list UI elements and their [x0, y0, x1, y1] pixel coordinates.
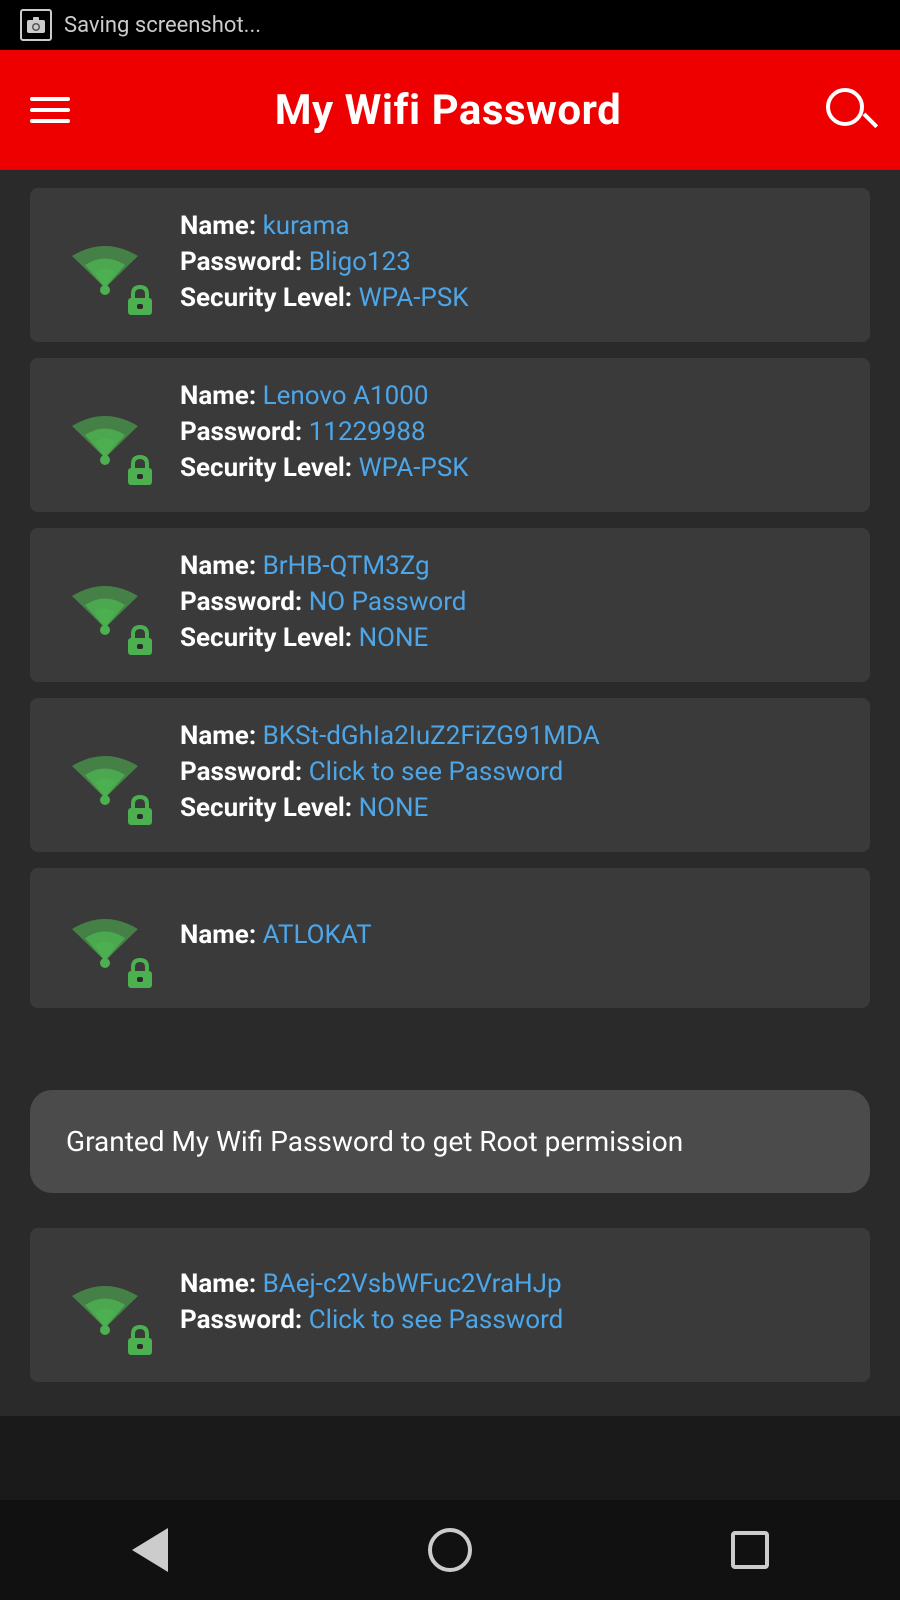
card-info-1: Name: kurama Password: Bligo123 Security…	[180, 211, 846, 319]
recents-icon	[731, 1531, 769, 1569]
home-button[interactable]	[420, 1520, 480, 1580]
card-info-3: Name: BrHB-QTM3Zg Password: NO Password …	[180, 551, 846, 659]
status-bar: Saving screenshot...	[0, 0, 900, 50]
card-password-1: Password: Bligo123	[180, 247, 846, 277]
card-password-4: Password: Click to see Password	[180, 757, 846, 787]
wifi-list: Name: kurama Password: Bligo123 Security…	[0, 170, 900, 1416]
back-icon	[132, 1528, 168, 1572]
status-bar-text: Saving screenshot...	[64, 13, 261, 38]
recents-button[interactable]	[720, 1520, 780, 1580]
card-info-4: Name: BKSt-dGhIa2IuZ2FiZG91MDA Password:…	[180, 721, 846, 829]
app-bar: My Wifi Password	[0, 50, 900, 170]
card-security-1: Security Level: WPA-PSK	[180, 283, 846, 313]
home-icon	[428, 1528, 472, 1572]
card-name-5: Name: ATLOKAT	[180, 920, 846, 950]
card-password-3: Password: NO Password	[180, 587, 846, 617]
card-name-1: Name: kurama	[180, 211, 846, 241]
wifi-icon-wrap-5	[50, 883, 160, 993]
lock-icon-2	[122, 452, 158, 488]
wifi-card-5[interactable]: Name: ATLOKAT	[30, 868, 870, 1008]
nav-bar	[0, 1500, 900, 1600]
lock-icon-5	[122, 955, 158, 991]
toast-overlay: Granted My Wifi Password to get Root per…	[30, 1090, 870, 1193]
wifi-card-1[interactable]: Name: kurama Password: Bligo123 Security…	[30, 188, 870, 342]
card-info-2: Name: Lenovo A1000 Password: 11229988 Se…	[180, 381, 846, 489]
card-name-4: Name: BKSt-dGhIa2IuZ2FiZG91MDA	[180, 721, 846, 751]
wifi-icon-wrap-6	[50, 1250, 160, 1360]
lock-icon-1	[122, 282, 158, 318]
wifi-card-4[interactable]: Name: BKSt-dGhIa2IuZ2FiZG91MDA Password:…	[30, 698, 870, 852]
card-name-3: Name: BrHB-QTM3Zg	[180, 551, 846, 581]
lock-icon-6	[122, 1322, 158, 1358]
card-security-2: Security Level: WPA-PSK	[180, 453, 846, 483]
wifi-icon-wrap-1	[50, 210, 160, 320]
card-password-6: Password: Click to see Password	[180, 1305, 846, 1335]
card-info-6: Name: BAej-c2VsbWFuc2VraHJp Password: Cl…	[180, 1269, 846, 1341]
menu-icon[interactable]	[30, 97, 70, 123]
screenshot-icon	[20, 9, 52, 41]
wifi-card-3[interactable]: Name: BrHB-QTM3Zg Password: NO Password …	[30, 528, 870, 682]
card-security-3: Security Level: NONE	[180, 623, 846, 653]
app-title: My Wifi Password	[275, 86, 621, 135]
search-icon[interactable]	[826, 88, 870, 132]
card-name-6: Name: BAej-c2VsbWFuc2VraHJp	[180, 1269, 846, 1299]
lock-icon-3	[122, 622, 158, 658]
card-name-2: Name: Lenovo A1000	[180, 381, 846, 411]
wifi-icon-wrap-2	[50, 380, 160, 490]
card-security-4: Security Level: NONE	[180, 793, 846, 823]
wifi-card-6[interactable]: Name: BAej-c2VsbWFuc2VraHJp Password: Cl…	[30, 1228, 870, 1382]
back-button[interactable]	[120, 1520, 180, 1580]
card-info-5: Name: ATLOKAT	[180, 920, 846, 956]
wifi-icon-wrap-3	[50, 550, 160, 660]
card-password-2: Password: 11229988	[180, 417, 846, 447]
wifi-card-2[interactable]: Name: Lenovo A1000 Password: 11229988 Se…	[30, 358, 870, 512]
lock-icon-4	[122, 792, 158, 828]
wifi-icon-wrap-4	[50, 720, 160, 830]
toast-message: Granted My Wifi Password to get Root per…	[66, 1125, 683, 1158]
